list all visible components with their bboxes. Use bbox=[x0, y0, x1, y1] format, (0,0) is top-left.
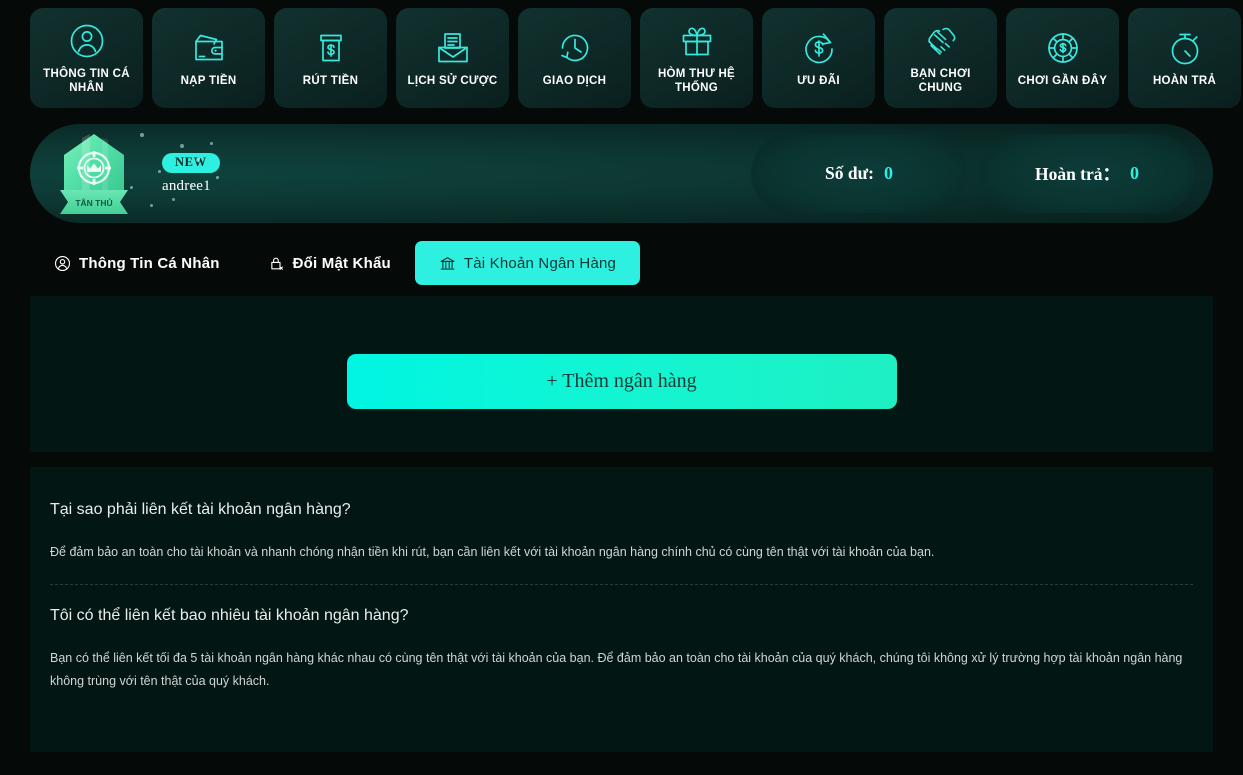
star-dot bbox=[172, 198, 175, 201]
nav-item-8[interactable]: BẠN CHƠI CHUNG bbox=[884, 8, 997, 108]
username-label: andree1 bbox=[162, 177, 211, 194]
dollar-refresh-icon bbox=[799, 28, 839, 68]
faq-question: Tại sao phải liên kết tài khoản ngân hàn… bbox=[50, 501, 351, 518]
tab-label: Đổi Mật Khẩu bbox=[292, 254, 391, 272]
gift-icon bbox=[677, 21, 717, 61]
faq-divider bbox=[50, 584, 1193, 586]
tab-2[interactable]: Đổi Mật Khẩu bbox=[244, 241, 415, 285]
nav-item-9[interactable]: CHƠI GẦN ĐÂY bbox=[1006, 8, 1119, 108]
faq-item: Tôi có thể liên kết bao nhiêu tài khoản … bbox=[50, 607, 1193, 693]
tab-1[interactable]: Thông Tin Cá Nhân bbox=[30, 241, 244, 285]
atm-cash-icon bbox=[311, 28, 351, 68]
balance-value: 0 bbox=[1130, 163, 1140, 183]
nav-item-label: HOÀN TRẢ bbox=[1152, 74, 1217, 87]
envelope-document-icon bbox=[433, 28, 473, 68]
nav-item-label: RÚT TIỀN bbox=[302, 74, 359, 87]
tab-3[interactable]: Tài Khoản Ngân Hàng bbox=[414, 241, 641, 285]
nav-item-7[interactable]: ƯU ĐÃI bbox=[762, 8, 875, 108]
nav-item-label: LỊCH SỬ CƯỢC bbox=[407, 74, 498, 87]
balance-pills: Số dư: 0 Hoàn trả： 0 bbox=[751, 134, 1213, 213]
nav-item-label: GIAO DỊCH bbox=[542, 74, 607, 87]
nav-item-label: THÔNG TIN CÁ NHÂN bbox=[43, 67, 130, 94]
star-dot bbox=[180, 144, 184, 148]
balance-value: 0 bbox=[883, 163, 893, 183]
faq-item: Tại sao phải liên kết tài khoản ngân hàn… bbox=[50, 501, 1193, 564]
poker-chip-dollar-icon bbox=[1043, 28, 1083, 68]
nav-item-label: NẠP TIỀN bbox=[180, 74, 237, 87]
user-circle-icon bbox=[67, 21, 107, 61]
account-tabs: Thông Tin Cá Nhân Đổi Mật Khẩu Tài Khoản N… bbox=[30, 241, 1213, 285]
star-dot bbox=[210, 142, 213, 145]
nav-item-label: ƯU ĐÃI bbox=[797, 74, 840, 87]
nav-item-5[interactable]: GIAO DỊCH bbox=[518, 8, 631, 108]
rebate-pill: Hoàn trả： 0 bbox=[979, 134, 1195, 213]
faq-answer: Để đảm bảo an toàn cho tài khoản và nhan… bbox=[50, 545, 935, 559]
handshake-icon bbox=[921, 21, 961, 61]
bank-accounts-panel: + Thêm ngân hàng bbox=[30, 296, 1213, 452]
top-navigation: THÔNG TIN CÁ NHÂN NẠP TIỀN RÚT TIỀN LỊCH SỬ… bbox=[0, 0, 1243, 108]
balance-pill: Số dư: 0 bbox=[751, 134, 967, 213]
user-circle-icon bbox=[54, 255, 71, 272]
rank-shield-icon: TÂN THỦ bbox=[30, 124, 158, 223]
wallet-icon bbox=[189, 28, 229, 68]
nav-item-label: BẠN CHƠI CHUNG bbox=[910, 67, 971, 94]
nav-item-4[interactable]: LỊCH SỬ CƯỢC bbox=[396, 8, 509, 108]
nav-item-1[interactable]: THÔNG TIN CÁ NHÂN bbox=[30, 8, 143, 108]
lock-x-icon bbox=[268, 255, 285, 272]
tab-label: Thông Tin Cá Nhân bbox=[79, 254, 220, 272]
faq-question: Tôi có thể liên kết bao nhiêu tài khoản … bbox=[50, 607, 409, 625]
add-bank-button[interactable]: + Thêm ngân hàng bbox=[346, 353, 897, 409]
faq-answer: Bạn có thể liên kết tối đa 5 tài khoản n… bbox=[50, 651, 1183, 689]
balance-label: Hoàn trả： bbox=[1034, 164, 1121, 184]
new-badge: NEW bbox=[162, 152, 220, 173]
nav-item-3[interactable]: RÚT TIỀN bbox=[274, 8, 387, 108]
bank-building-icon bbox=[439, 255, 456, 272]
nav-item-label: HÒM THƯ HỆ THỐNG bbox=[657, 67, 736, 94]
nav-item-6[interactable]: HÒM THƯ HỆ THỐNG bbox=[640, 8, 753, 108]
balance-label: Số dư: bbox=[825, 163, 874, 183]
nav-item-2[interactable]: NẠP TIỀN bbox=[152, 8, 265, 108]
svg-text:TÂN THỦ: TÂN THỦ bbox=[75, 197, 112, 208]
stopwatch-icon bbox=[1165, 28, 1205, 68]
clock-history-icon bbox=[555, 28, 595, 68]
faq-panel: Tại sao phải liên kết tài khoản ngân hàn… bbox=[30, 467, 1213, 752]
nav-item-label: CHƠI GẦN ĐÂY bbox=[1017, 74, 1108, 87]
nav-item-10[interactable]: HOÀN TRẢ bbox=[1128, 8, 1241, 108]
profile-meta: NEW andree1 bbox=[158, 152, 220, 195]
tab-label: Tài Khoản Ngân Hàng bbox=[463, 254, 617, 272]
profile-summary-bar: TÂN THỦ NEW andree1 Số dư: 0 Hoàn trả： 0 bbox=[30, 124, 1213, 223]
